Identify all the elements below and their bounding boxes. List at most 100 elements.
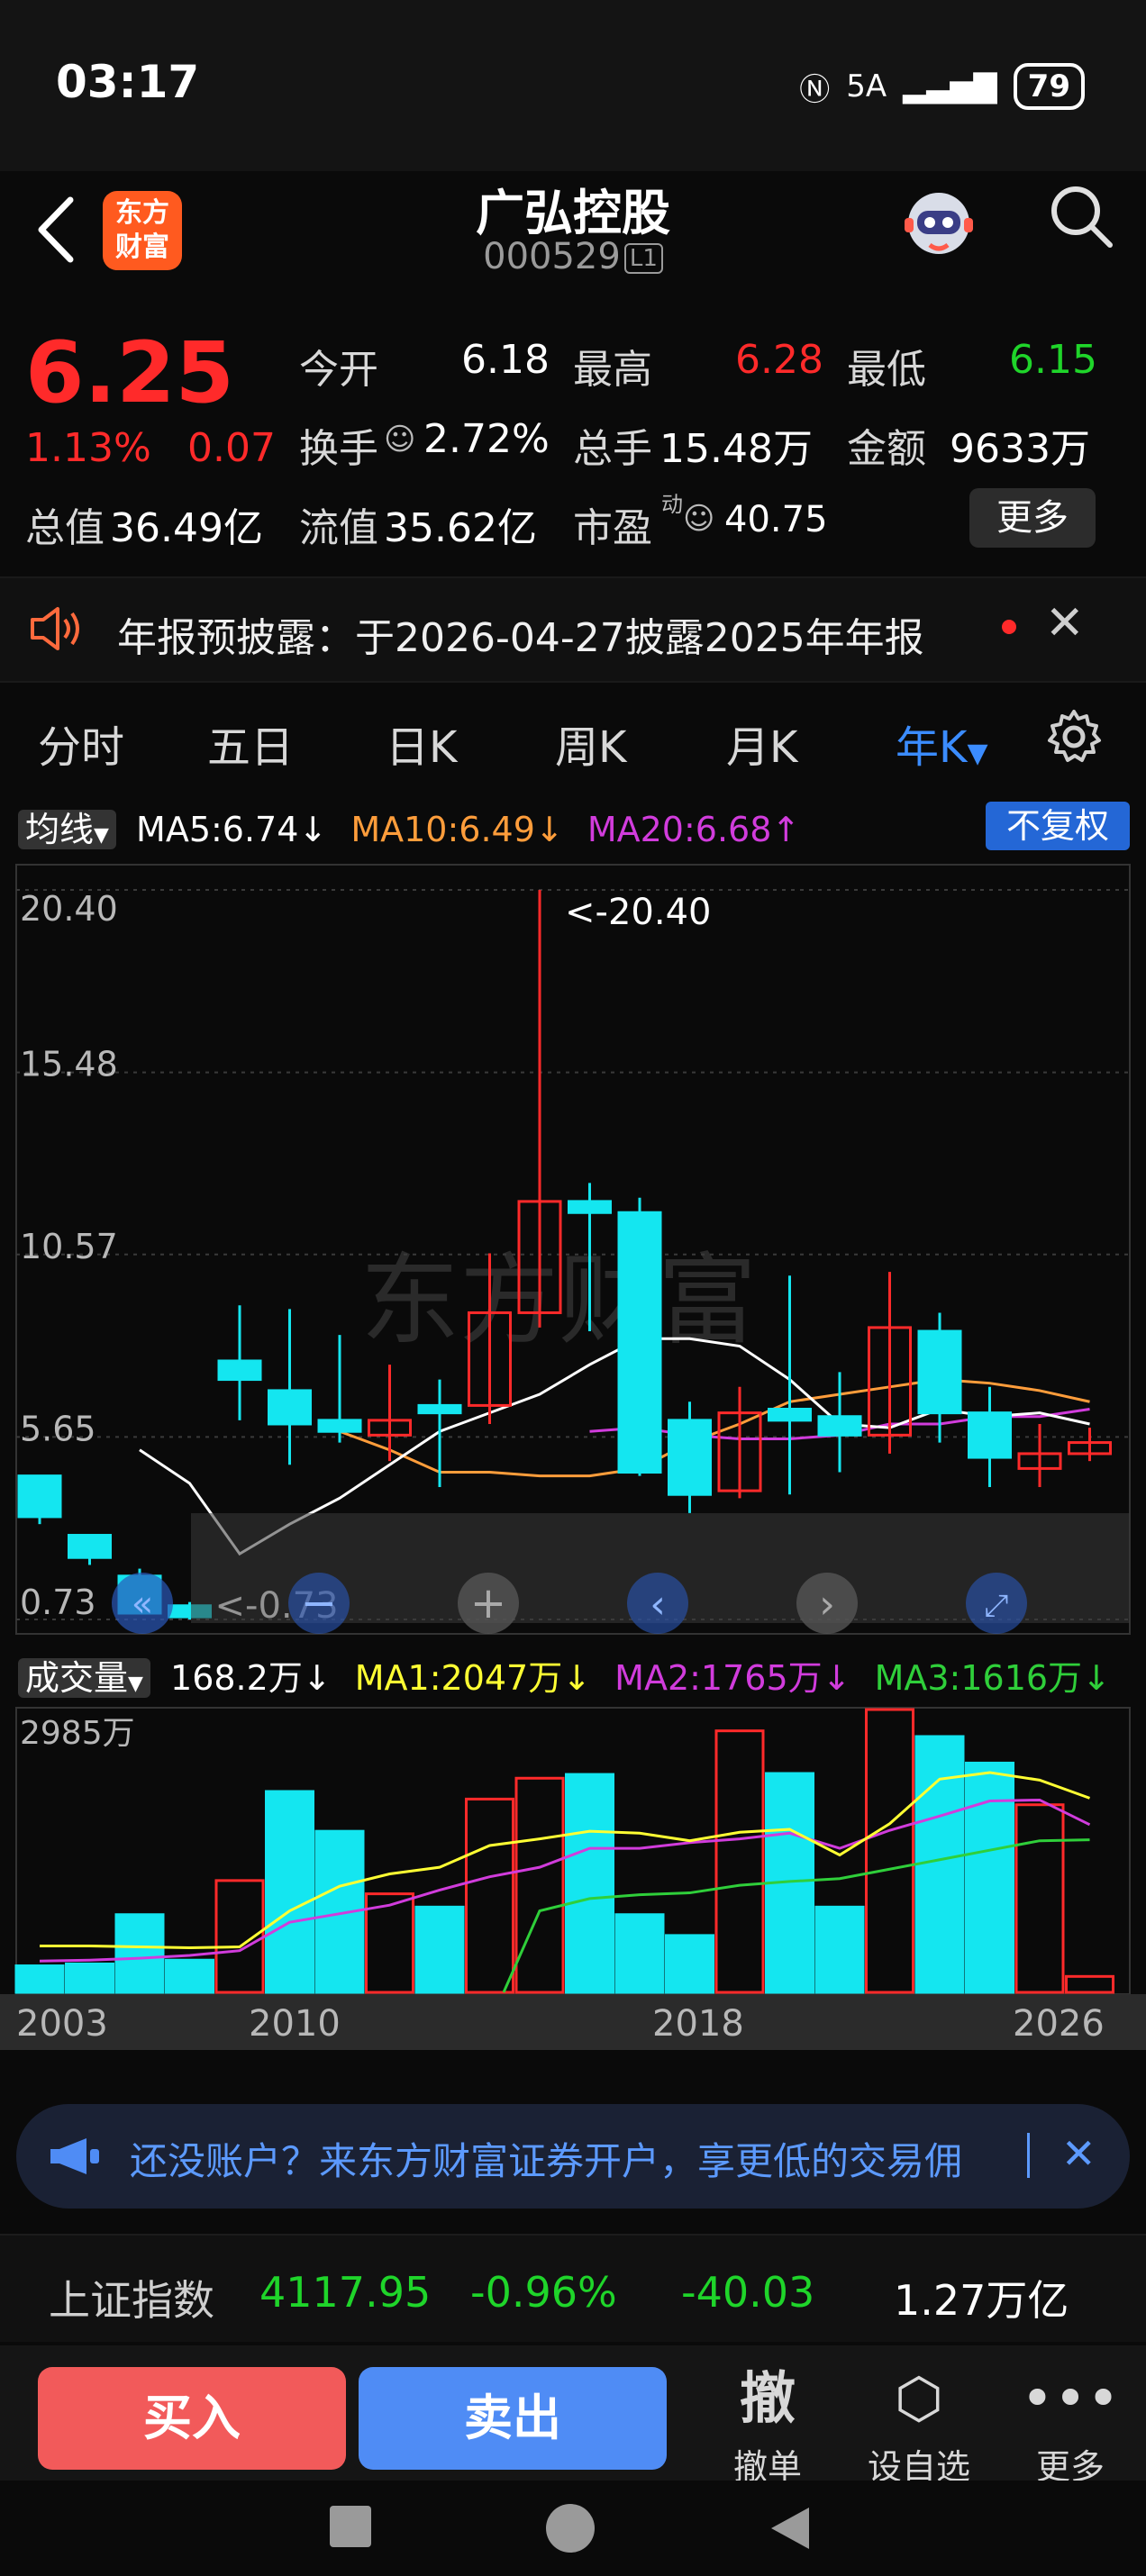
more-actions-button[interactable]: ••• 更多 <box>1007 2358 1133 2489</box>
pe-label: 市盈 <box>573 505 652 551</box>
tab-daily-k[interactable]: 日K <box>386 712 457 775</box>
volume-value: 168.2万↓ <box>170 1658 332 1698</box>
last-price: 6.25 <box>25 324 234 422</box>
vol-ma3-value: MA3:1616万↓ <box>874 1658 1111 1698</box>
gear-icon[interactable] <box>1045 708 1103 766</box>
tab-five-day[interactable]: 五日 <box>207 712 294 775</box>
candle[interactable] <box>417 1403 462 1415</box>
candle[interactable] <box>668 1419 712 1496</box>
volume-bar[interactable] <box>65 1962 114 1994</box>
volume-bar[interactable] <box>514 1776 565 1994</box>
close-icon[interactable]: ✕ <box>1045 596 1085 650</box>
high-label: 最高 <box>573 347 652 393</box>
svg-text:«: « <box>132 1583 153 1625</box>
volume-bar[interactable] <box>1065 1974 1114 1994</box>
volume-bar[interactable] <box>614 1913 665 1994</box>
status-icons: Ⓝ 5A ▂▃▅▇ 79 <box>799 63 1085 110</box>
volume-bar[interactable] <box>714 1729 765 1994</box>
low-value: 6.15 <box>1009 337 1097 383</box>
notice-text[interactable]: 年报预披露：于2026-04-27披露2025年年报 <box>117 605 924 663</box>
volume-bar[interactable] <box>1014 1803 1065 1994</box>
tab-monthly-k[interactable]: 月K <box>726 712 797 775</box>
scroll-left-fast-button[interactable]: « <box>112 1573 173 1634</box>
candle[interactable] <box>317 1419 362 1433</box>
ellipsis-icon: ••• <box>1021 2365 1120 2431</box>
candle[interactable] <box>268 1389 312 1426</box>
sell-button[interactable]: 卖出 <box>359 2367 667 2470</box>
candle[interactable] <box>917 1329 962 1415</box>
mcap-value: 36.49亿 <box>110 505 263 551</box>
pe-superscript: 动 <box>661 492 683 517</box>
indicator-selector[interactable]: 成交量▼ <box>18 1658 150 1698</box>
home-button[interactable] <box>546 2504 595 2553</box>
volume-bar[interactable] <box>865 1708 914 1994</box>
ma5-value: MA5:6.74↓ <box>136 810 328 849</box>
volume-bar[interactable] <box>165 1958 214 1994</box>
scroll-left-button[interactable]: ‹ <box>627 1573 688 1634</box>
svg-text:›: › <box>819 1582 835 1628</box>
y-max-label: 2985万 <box>20 1715 135 1752</box>
info-circle-icon[interactable]: ☺ <box>384 422 415 458</box>
volume-bar[interactable] <box>814 1905 865 1994</box>
candle[interactable] <box>968 1411 1012 1459</box>
volume-bar[interactable] <box>965 1761 1014 1994</box>
change-amount: 0.07 <box>187 425 276 471</box>
speaker-icon <box>31 607 79 650</box>
scroll-right-button[interactable]: › <box>796 1573 858 1634</box>
buy-button[interactable]: 买入 <box>38 2367 346 2470</box>
svg-text:⤢: ⤢ <box>984 1588 1008 1624</box>
fullscreen-button[interactable]: ⤢ <box>966 1573 1027 1634</box>
volume-bar[interactable] <box>114 1913 165 1994</box>
cancel-order-button[interactable]: 撤 撤单 <box>705 2358 831 2489</box>
watchlist-icon: ⬡ <box>894 2365 944 2431</box>
zoom-out-button[interactable]: − <box>288 1573 350 1634</box>
turnover-value: 2.72% <box>423 416 550 462</box>
more-quote-button[interactable]: 更多 <box>969 488 1096 548</box>
index-amount: 1.27万亿 <box>894 2276 1069 2325</box>
volume-bar[interactable] <box>414 1905 465 1994</box>
max-price-annotation: <-20.40 <box>565 892 711 933</box>
add-watchlist-button[interactable]: ⬡ 设自选 <box>856 2358 982 2489</box>
candle[interactable] <box>17 1474 62 1519</box>
search-icon[interactable] <box>1045 180 1117 252</box>
zoom-in-button[interactable]: + <box>458 1573 519 1634</box>
dropdown-arrow-icon: ▼ <box>128 1673 143 1695</box>
candle[interactable] <box>568 1200 612 1214</box>
kline-chart[interactable]: 东方财富 20.4015.4810.575.650.73<-20.40<-0.7… <box>0 857 1146 1641</box>
candle[interactable] <box>68 1534 112 1559</box>
stock-code: 000529 <box>483 236 621 277</box>
y-tick-label: 0.73 <box>20 1583 96 1622</box>
candle[interactable] <box>768 1408 812 1422</box>
candle[interactable] <box>817 1415 862 1437</box>
tab-intraday[interactable]: 分时 <box>38 712 124 775</box>
status-time: 03:17 <box>56 56 200 108</box>
adjust-toggle-button[interactable]: 不复权 <box>986 802 1130 850</box>
float-value: 35.62亿 <box>384 505 537 551</box>
recent-apps-button[interactable] <box>330 2506 371 2547</box>
volume-bar[interactable] <box>14 1964 65 1994</box>
volume-bar[interactable] <box>465 1797 514 1994</box>
candle[interactable] <box>617 1211 662 1474</box>
tab-weekly-k[interactable]: 周K <box>555 712 626 775</box>
robot-assistant-icon[interactable] <box>894 177 984 267</box>
volume-bar[interactable] <box>565 1773 614 1994</box>
x-tick-label: 2003 <box>16 2003 108 2045</box>
y-tick-label: 15.48 <box>20 1045 118 1084</box>
volume-bar[interactable] <box>265 1790 314 1994</box>
low-label: 最低 <box>847 347 926 393</box>
tab-yearly-k[interactable]: 年K▼ <box>896 712 988 775</box>
volume-bar[interactable] <box>665 1934 714 1994</box>
ma-selector[interactable]: 均线▼ <box>18 810 116 849</box>
amount-value: 9633万 <box>950 426 1090 472</box>
close-icon[interactable]: ✕ <box>1061 2129 1096 2178</box>
pe-info-icon[interactable]: ☺ <box>683 501 714 537</box>
high-value: 6.28 <box>735 337 823 383</box>
unread-dot <box>1002 620 1016 634</box>
volume-bar[interactable] <box>914 1735 965 1994</box>
index-name: 上证指数 <box>49 2276 214 2325</box>
promo-text[interactable]: 还没账户？来东方财富证券开户，享更低的交易佣 <box>130 2131 962 2186</box>
back-nav-icon[interactable] <box>768 2504 813 2553</box>
volume-chart[interactable]: 2985万 2003 2010 2018 2026 <box>0 1702 1146 2081</box>
y-tick-label: 20.40 <box>20 889 118 929</box>
candle[interactable] <box>217 1359 262 1382</box>
